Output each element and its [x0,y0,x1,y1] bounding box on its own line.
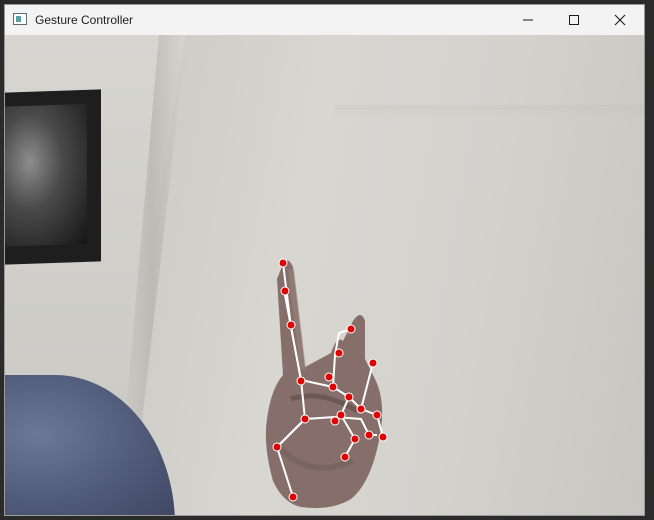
landmark-point [286,320,296,330]
landmark-point [340,452,350,462]
app-window: Gesture Controller [4,4,645,516]
landmark-point [334,348,344,358]
camera-feed [5,35,644,515]
window-title: Gesture Controller [35,13,134,27]
landmark-point [328,382,338,392]
landmark-point [296,376,306,386]
landmark-point [336,410,346,420]
maximize-icon [569,15,579,25]
landmark-point [368,358,378,368]
landmark-point [346,324,356,334]
landmark-point [272,442,282,452]
minimize-button[interactable] [505,5,551,35]
landmark-point [330,416,340,426]
landmark-point [280,286,290,296]
close-button[interactable] [597,5,643,35]
landmark-point [372,410,382,420]
close-icon [614,14,626,26]
minimize-icon [523,19,533,21]
title-bar[interactable]: Gesture Controller [5,5,644,35]
landmark-point [350,434,360,444]
landmark-point [288,492,298,502]
maximize-button[interactable] [551,5,597,35]
landmark-point [378,432,388,442]
app-window-icon [13,13,27,25]
landmark-point [324,372,334,382]
hand-landmarks-overlay [272,258,388,502]
landmark-point [278,258,288,268]
landmark-point [356,404,366,414]
landmark-point [300,414,310,424]
landmark-points [272,258,388,502]
landmark-point [344,392,354,402]
landmark-point [364,430,374,440]
